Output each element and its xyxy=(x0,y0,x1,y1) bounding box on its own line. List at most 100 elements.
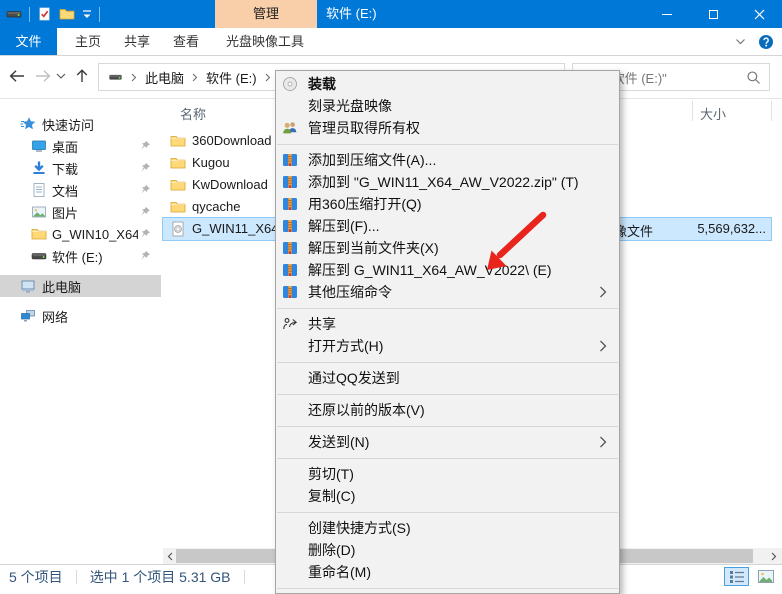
sidebar-item[interactable]: 图片 xyxy=(0,201,161,223)
details-view-icon xyxy=(730,571,744,583)
zip-icon xyxy=(282,240,298,256)
qat-customize-icon[interactable] xyxy=(82,9,92,19)
menu-item[interactable]: 重命名(M) xyxy=(276,561,619,583)
sidebar-item-label: 文档 xyxy=(52,181,78,200)
menu-item[interactable]: 创建快捷方式(S) xyxy=(276,517,619,539)
menu-item[interactable]: 解压到当前文件夹(X) xyxy=(276,237,619,259)
sidebar-item-label: 下载 xyxy=(52,159,78,178)
menu-icon-placeholder xyxy=(282,98,298,114)
submenu-chevron-icon xyxy=(599,436,607,448)
desktop-icon xyxy=(31,138,47,154)
menu-item-label: 解压到当前文件夹(X) xyxy=(308,238,439,258)
scroll-right-icon[interactable] xyxy=(768,550,780,562)
close-icon xyxy=(754,9,765,20)
sidebar-item[interactable]: 网络 xyxy=(0,305,161,327)
sidebar-item[interactable]: G_WIN10_X64_ xyxy=(0,223,161,245)
picture-icon xyxy=(31,204,47,220)
maximize-button[interactable] xyxy=(690,0,736,28)
menu-item-label: 重命名(M) xyxy=(308,562,371,582)
menu-item-label: 创建快捷方式(S) xyxy=(308,518,411,538)
tab-file[interactable]: 文件 xyxy=(0,28,57,55)
properties-icon[interactable] xyxy=(37,6,52,22)
menu-item-label: 剪切(T) xyxy=(308,464,354,484)
menu-item-label: 刻录光盘映像 xyxy=(308,96,392,116)
ribbon-expand-chevron-icon[interactable] xyxy=(735,38,746,46)
folder-icon xyxy=(170,177,186,193)
details-view-button[interactable] xyxy=(724,567,749,586)
menu-item[interactable]: 其他压缩命令 xyxy=(276,281,619,303)
tab-share[interactable]: 共享 xyxy=(115,28,159,55)
forward-icon[interactable] xyxy=(34,68,52,84)
column-header-size[interactable]: 大小 xyxy=(700,104,726,123)
menu-separator xyxy=(277,512,618,513)
menu-item[interactable]: 还原以前的版本(V) xyxy=(276,399,619,421)
pin-icon xyxy=(139,206,151,218)
breadcrumb-this-pc[interactable]: 此电脑 xyxy=(145,68,184,87)
share-icon xyxy=(282,316,298,332)
menu-item-label: 共享 xyxy=(308,314,336,334)
zip-icon xyxy=(282,284,298,300)
menu-item[interactable]: 通过QQ发送到 xyxy=(276,367,619,389)
new-folder-icon[interactable] xyxy=(59,6,75,22)
menu-icon-placeholder xyxy=(282,542,298,558)
window-title: 软件 (E:) xyxy=(326,0,377,28)
tab-view[interactable]: 查看 xyxy=(164,28,208,55)
folder-icon xyxy=(31,226,47,242)
download-icon xyxy=(31,160,47,176)
tab-disc-image-tools[interactable]: 光盘映像工具 xyxy=(213,28,317,55)
star-icon xyxy=(20,116,36,132)
menu-item[interactable]: 添加到压缩文件(A)... xyxy=(276,149,619,171)
menu-separator xyxy=(277,308,618,309)
zip-icon xyxy=(282,152,298,168)
breadcrumb-chevron-icon xyxy=(265,73,271,82)
sidebar-item[interactable]: 快速访问 xyxy=(0,113,161,135)
thumbnail-view-button[interactable] xyxy=(753,567,778,586)
sidebar-item[interactable]: 桌面 xyxy=(0,135,161,157)
help-icon[interactable] xyxy=(758,34,774,50)
sidebar-item-label: 桌面 xyxy=(52,137,78,156)
zip-icon xyxy=(282,218,298,234)
sidebar-item-label: 快速访问 xyxy=(42,115,94,134)
menu-icon-placeholder xyxy=(282,466,298,482)
sidebar-item[interactable]: 下载 xyxy=(0,157,161,179)
sidebar-item[interactable]: 软件 (E:) xyxy=(0,245,161,267)
selection-summary: 选中 1 个项目 5.31 GB xyxy=(90,567,231,587)
close-button[interactable] xyxy=(736,0,782,28)
sidebar-item[interactable]: 文档 xyxy=(0,179,161,201)
qat-separator xyxy=(29,7,30,22)
breadcrumb-drive-e[interactable]: 软件 (E:) xyxy=(206,68,257,87)
sidebar-item-label: G_WIN10_X64_ xyxy=(52,227,138,242)
column-divider[interactable] xyxy=(771,101,772,121)
menu-item[interactable]: 共享 xyxy=(276,313,619,335)
sidebar-item[interactable]: 此电脑 xyxy=(0,275,161,297)
menu-item[interactable]: 删除(D) xyxy=(276,539,619,561)
menu-item[interactable]: 发送到(N) xyxy=(276,431,619,453)
menu-item[interactable]: 解压到 G_WIN11_X64_AW_V2022\ (E) xyxy=(276,259,619,281)
menu-icon-placeholder xyxy=(282,520,298,536)
menu-item[interactable]: 用360压缩打开(Q) xyxy=(276,193,619,215)
menu-item-label: 还原以前的版本(V) xyxy=(308,400,425,420)
up-icon[interactable] xyxy=(74,68,90,84)
menu-item[interactable]: 复制(C) xyxy=(276,485,619,507)
menu-item[interactable]: 装载 xyxy=(276,73,619,95)
column-divider[interactable] xyxy=(692,101,693,121)
menu-icon-placeholder xyxy=(282,564,298,580)
scroll-left-icon[interactable] xyxy=(164,550,176,562)
menu-item[interactable]: 打开方式(H) xyxy=(276,335,619,357)
menu-item[interactable]: 剪切(T) xyxy=(276,463,619,485)
computer-icon xyxy=(20,278,36,294)
file-name: Kugou xyxy=(192,155,230,170)
search-icon[interactable] xyxy=(746,70,761,85)
column-header-name[interactable]: 名称 xyxy=(180,104,206,123)
minimize-button[interactable] xyxy=(644,0,690,28)
back-icon[interactable] xyxy=(8,68,26,84)
menu-item[interactable]: 管理员取得所有权 xyxy=(276,117,619,139)
explorer-drive-icon[interactable] xyxy=(6,6,22,22)
menu-item[interactable]: 解压到(F)... xyxy=(276,215,619,237)
recent-locations-chevron-icon[interactable] xyxy=(56,73,66,80)
menu-item-label: 装载 xyxy=(308,74,336,94)
tab-home[interactable]: 主页 xyxy=(66,28,110,55)
menu-item[interactable]: 刻录光盘映像 xyxy=(276,95,619,117)
contextual-tab-manage[interactable]: 管理 xyxy=(215,0,317,28)
menu-item[interactable]: 添加到 "G_WIN11_X64_AW_V2022.zip" (T) xyxy=(276,171,619,193)
